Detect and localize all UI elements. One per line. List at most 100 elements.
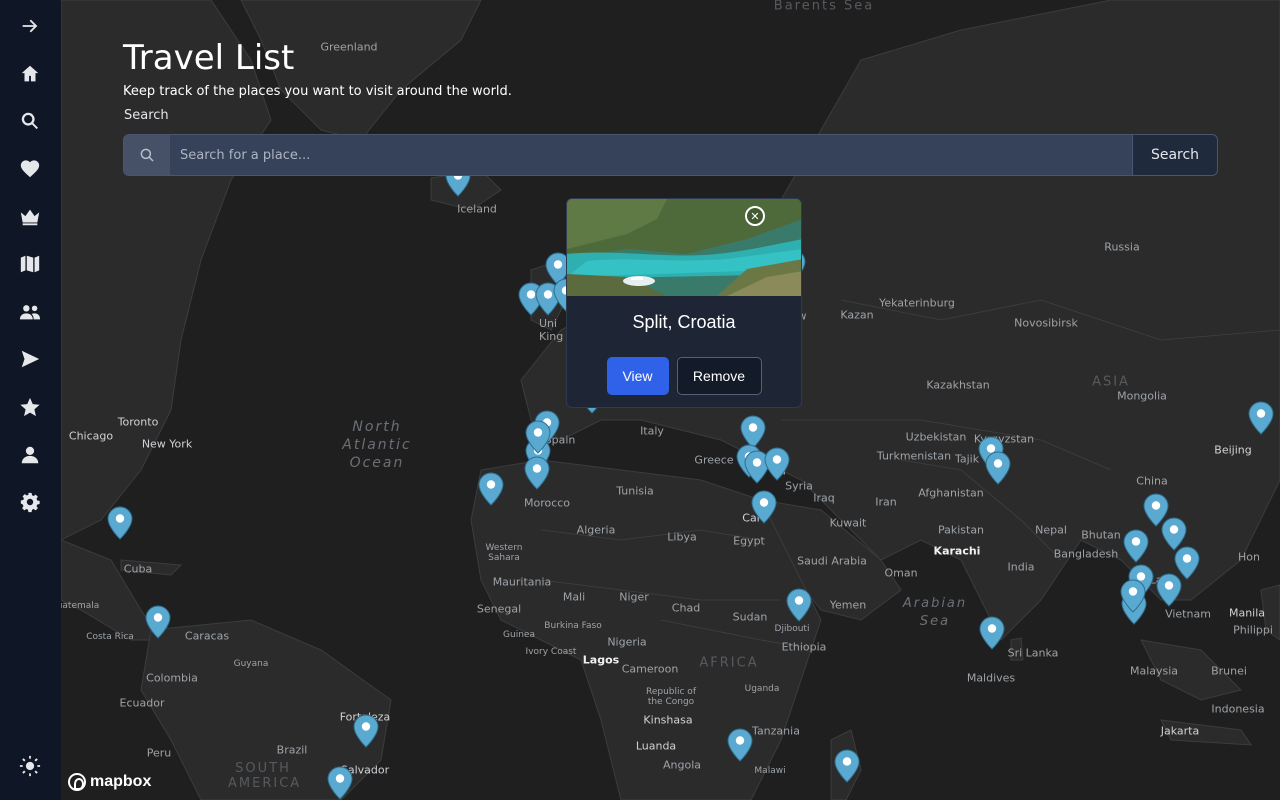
map-pin[interactable] — [478, 472, 504, 506]
map-label-vietnam: Vietnam — [1165, 607, 1211, 621]
search-input[interactable] — [170, 135, 1132, 175]
map-label-ivory-coast: Ivory Coast — [525, 647, 577, 657]
map-label-congo: Republic of the Congo — [645, 687, 696, 707]
map-label-south-america: SOUTH AMERICA — [228, 761, 302, 791]
map-pin[interactable] — [764, 447, 790, 481]
sidebar-item-map[interactable] — [10, 244, 50, 284]
page-subtitle: Keep track of the places you want to vis… — [123, 84, 512, 99]
map-label-ecuador: Ecuador — [119, 696, 165, 710]
map-label-colombia: Colombia — [146, 671, 198, 685]
map-label-kuwait: Kuwait — [829, 516, 867, 530]
popup-actions: View Remove — [567, 357, 801, 395]
map-label-bangladesh: Bangladesh — [1053, 547, 1119, 561]
map-label-uzbekistan: Uzbekistan — [905, 430, 967, 444]
search-label: Search — [124, 108, 169, 123]
map-label-libya: Libya — [667, 530, 697, 544]
close-popup-button[interactable]: ✕ — [745, 206, 765, 226]
sidebar-item-favorites[interactable] — [10, 149, 50, 189]
mapbox-logo-icon — [68, 773, 86, 791]
map-label-maldives: Maldives — [966, 671, 1016, 685]
map-pin[interactable] — [1156, 573, 1182, 607]
map-pin[interactable] — [1123, 529, 1149, 563]
users-icon — [19, 305, 41, 320]
gear-icon — [20, 492, 40, 513]
map-label-senegal: Senegal — [476, 602, 522, 616]
map-label-pakistan: Pakistan — [937, 523, 985, 537]
map-pin-icon — [751, 490, 777, 524]
map-pin[interactable] — [145, 605, 171, 639]
map-pin-icon — [327, 766, 353, 800]
map-label-ethiopia: Ethiopia — [781, 640, 827, 654]
map-label-cameroon: Cameroon — [621, 662, 679, 676]
map-label-costa-rica: Costa Rica — [86, 632, 134, 642]
map-label-kinshasa: Kinshasa — [643, 713, 693, 727]
map-pin[interactable] — [525, 420, 551, 454]
map-pin[interactable] — [107, 506, 133, 540]
map-label-sudan: Sudan — [732, 610, 768, 624]
map-label-manila: Manila — [1228, 606, 1266, 620]
mapbox-logo[interactable]: mapbox — [68, 773, 151, 791]
map-pin-icon — [524, 456, 550, 490]
sun-icon — [19, 755, 41, 777]
map-icon — [20, 255, 40, 273]
expand-sidebar-button[interactable] — [10, 6, 50, 46]
map-label-western-sahara: Western Sahara — [485, 543, 523, 563]
map-label-guyana: Guyana — [233, 659, 269, 669]
map-label-uganda: Uganda — [744, 684, 780, 694]
search-field-icon-box — [124, 135, 170, 175]
sidebar-item-starred[interactable] — [10, 387, 50, 427]
map-pin[interactable] — [1120, 579, 1146, 613]
map-label-yekaterinburg: Yekaterinburg — [879, 296, 955, 310]
map-label-kazakhstan: Kazakhstan — [926, 378, 990, 392]
map-label-malaysia: Malaysia — [1129, 664, 1179, 678]
map-label-tunisia: Tunisia — [616, 484, 654, 498]
map-pin-icon — [107, 506, 133, 540]
sidebar-item-search[interactable] — [10, 101, 50, 141]
place-popup: ✕ Split, Croatia View Remove — [566, 198, 802, 408]
sidebar-item-top[interactable] — [10, 197, 50, 237]
map-pin[interactable] — [834, 749, 860, 783]
map-label-algeria: Algeria — [576, 523, 616, 537]
remove-place-button[interactable]: Remove — [676, 357, 762, 395]
sidebar-item-people[interactable] — [10, 292, 50, 332]
place-photo-image — [567, 199, 801, 296]
map-label-saudi-arabia: Saudi Arabia — [797, 554, 867, 568]
sidebar-item-home[interactable] — [10, 54, 50, 94]
search-icon — [21, 112, 38, 130]
map-label-beijing: Beijing — [1214, 443, 1252, 457]
map-label-chicago: Chicago — [68, 429, 114, 443]
map-pin[interactable] — [985, 451, 1011, 485]
map-pin-icon — [786, 588, 812, 622]
map-label-greece: Greece — [694, 453, 734, 467]
map-label-indonesia: Indonesia — [1211, 702, 1265, 716]
map-pin-icon — [727, 728, 753, 762]
map-pin-icon — [834, 749, 860, 783]
map-label-chad: Chad — [671, 601, 701, 615]
mapbox-logo-text: mapbox — [90, 773, 152, 790]
map-pin-icon — [478, 472, 504, 506]
map-pin-icon — [353, 714, 379, 748]
sidebar-item-profile[interactable] — [10, 435, 50, 475]
map-label-russia: Russia — [1104, 240, 1140, 254]
map-label-barents-sea: Barents Sea — [773, 0, 875, 14]
map-label-caracas: Caracas — [184, 629, 230, 643]
map-label-syria: Syria — [785, 479, 813, 493]
map-pin[interactable] — [979, 616, 1005, 650]
map-pin[interactable] — [751, 490, 777, 524]
send-icon — [21, 350, 40, 368]
view-place-button[interactable]: View — [606, 357, 669, 395]
map-pin-icon — [1120, 579, 1146, 613]
map-pin[interactable] — [524, 456, 550, 490]
sidebar-item-settings[interactable] — [10, 482, 50, 522]
map-pin[interactable] — [786, 588, 812, 622]
map-pin[interactable] — [353, 714, 379, 748]
search-button[interactable]: Search — [1132, 135, 1217, 175]
sidebar — [0, 0, 61, 800]
sidebar-item-send[interactable] — [10, 339, 50, 379]
map-label-karachi: Karachi — [933, 544, 981, 558]
map-pin[interactable] — [727, 728, 753, 762]
map-pin[interactable] — [1248, 401, 1274, 435]
map-label-jakarta: Jakarta — [1160, 724, 1200, 738]
theme-toggle-button[interactable] — [10, 746, 50, 786]
map-pin[interactable] — [327, 766, 353, 800]
